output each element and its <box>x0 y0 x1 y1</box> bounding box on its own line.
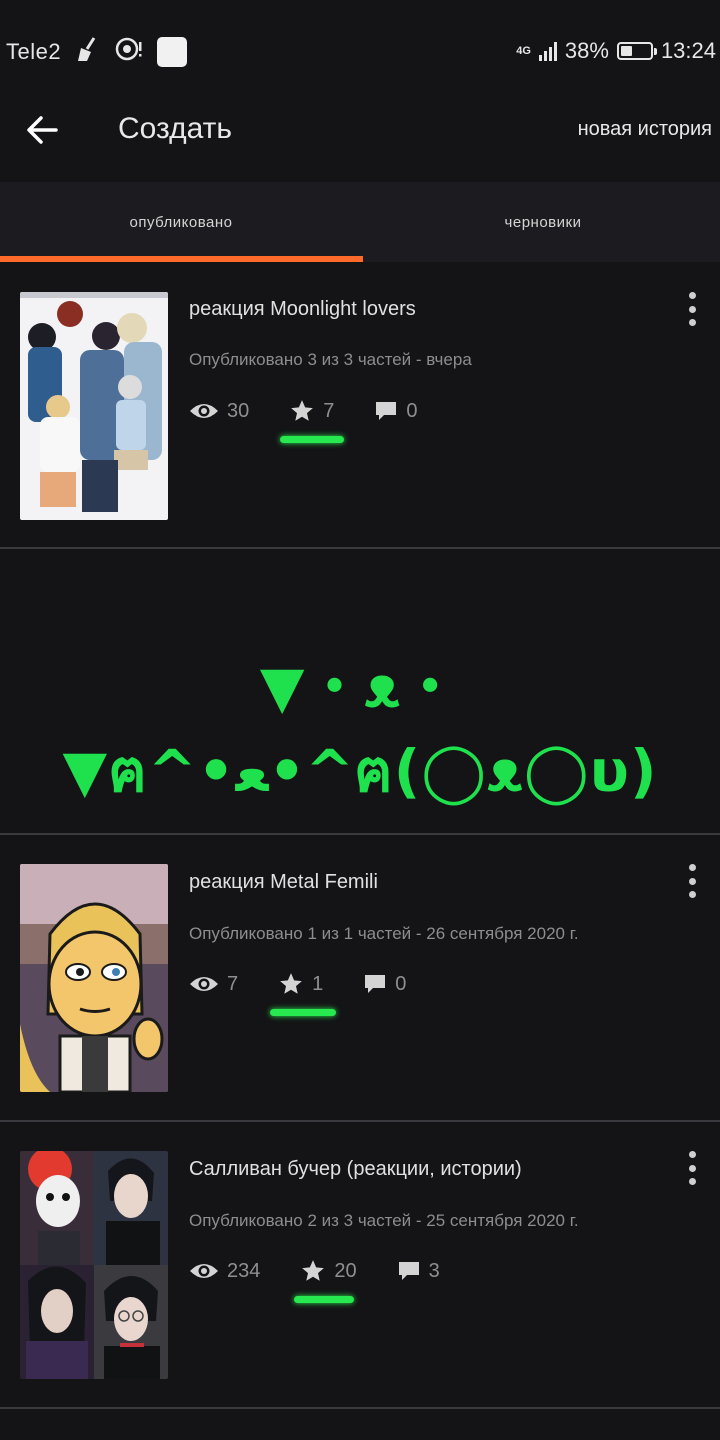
views-stat: 30 <box>189 400 249 423</box>
star-icon <box>280 973 302 994</box>
votes-count: 1 <box>312 972 324 995</box>
comment-icon <box>376 402 397 420</box>
story-meta: Опубликовано 3 из 3 частей - вчера <box>189 350 472 369</box>
comments-stat: 0 <box>374 399 418 423</box>
network-type: 4G <box>516 44 531 57</box>
carrier-name: Tele2 <box>6 38 62 64</box>
clock: 13:24 <box>660 38 716 63</box>
comments-count: 0 <box>395 972 407 995</box>
story-meta: Опубликовано 2 из 3 частей - 25 сентября… <box>189 1211 579 1230</box>
tab-bar: опубликовано черновики <box>0 182 720 262</box>
comments-count: 3 <box>428 1259 440 1282</box>
votes-stat: 7 <box>289 398 334 424</box>
eye-icon <box>190 404 218 418</box>
battery-percent: 38% <box>564 38 609 63</box>
views-stat: 7 <box>189 973 238 996</box>
story-title[interactable]: реакция Moonlight lovers <box>189 298 416 321</box>
story-title[interactable]: Салливан бучер (реакции, истории) <box>189 1158 522 1181</box>
views-count: 30 <box>227 399 250 422</box>
story-item[interactable]: реакция Moonlight lovers Опубликовано 3 … <box>0 262 720 549</box>
story-cover[interactable] <box>20 864 168 1092</box>
views-count: 234 <box>227 1259 261 1282</box>
votes-count: 20 <box>334 1259 357 1282</box>
comments-stat: 3 <box>397 1260 440 1283</box>
story-item[interactable]: Салливан бучер (реакции, истории) Опубли… <box>0 1122 720 1409</box>
votes-count: 7 <box>323 399 335 422</box>
more-options-icon[interactable] <box>684 292 700 326</box>
divider <box>0 547 720 549</box>
star-icon <box>291 400 314 421</box>
story-stats: 234 20 3 <box>189 1254 480 1288</box>
battery-icon <box>616 42 657 60</box>
tab-published[interactable]: опубликовано <box>0 182 362 262</box>
hotspot-icon <box>115 36 143 67</box>
more-options-icon[interactable] <box>684 1151 700 1185</box>
story-item[interactable]: реакция Metal Femili Опубликовано 1 из 1… <box>0 835 720 1122</box>
views-stat: 234 <box>189 1260 260 1283</box>
new-story-button[interactable]: новая история <box>578 118 712 141</box>
star-icon <box>302 1260 325 1281</box>
eye-icon <box>190 1264 218 1278</box>
divider <box>0 1407 720 1409</box>
signal-icon <box>538 41 557 61</box>
story-stats: 30 7 0 <box>189 394 458 428</box>
story-stats: 7 1 0 <box>189 967 446 1001</box>
broom-icon <box>75 36 101 67</box>
back-arrow-icon[interactable] <box>22 110 62 150</box>
emoticon-text: ▼・ᴥ・▼ฅ^•ﻌ•^ฅ(◯ᴥ◯υ) <box>62 653 658 805</box>
app-notification-icon <box>157 36 188 67</box>
comments-stat: 0 <box>363 973 406 996</box>
comment-icon <box>398 1262 419 1280</box>
app-header: Создать новая история <box>0 92 720 166</box>
page-title: Создать <box>118 112 233 145</box>
eye-icon <box>190 977 218 991</box>
views-count: 7 <box>227 972 239 995</box>
story-cover[interactable] <box>20 1151 168 1379</box>
story-meta: Опубликовано 1 из 1 частей - 26 сентября… <box>189 924 579 943</box>
comment-icon <box>365 975 386 993</box>
green-underline-mark <box>294 1296 354 1303</box>
more-options-icon[interactable] <box>684 864 700 898</box>
votes-stat: 20 <box>300 1258 357 1284</box>
story-cover[interactable] <box>20 292 168 520</box>
green-underline-mark <box>270 1009 336 1016</box>
story-title[interactable]: реакция Metal Femili <box>189 871 378 894</box>
comments-count: 0 <box>406 399 418 422</box>
tab-drafts[interactable]: черновики <box>362 182 720 262</box>
status-left: Tele2 <box>6 36 188 67</box>
votes-stat: 1 <box>278 971 323 997</box>
green-underline-mark <box>280 436 344 443</box>
status-right: 4G 38% 13:24 <box>516 38 716 64</box>
